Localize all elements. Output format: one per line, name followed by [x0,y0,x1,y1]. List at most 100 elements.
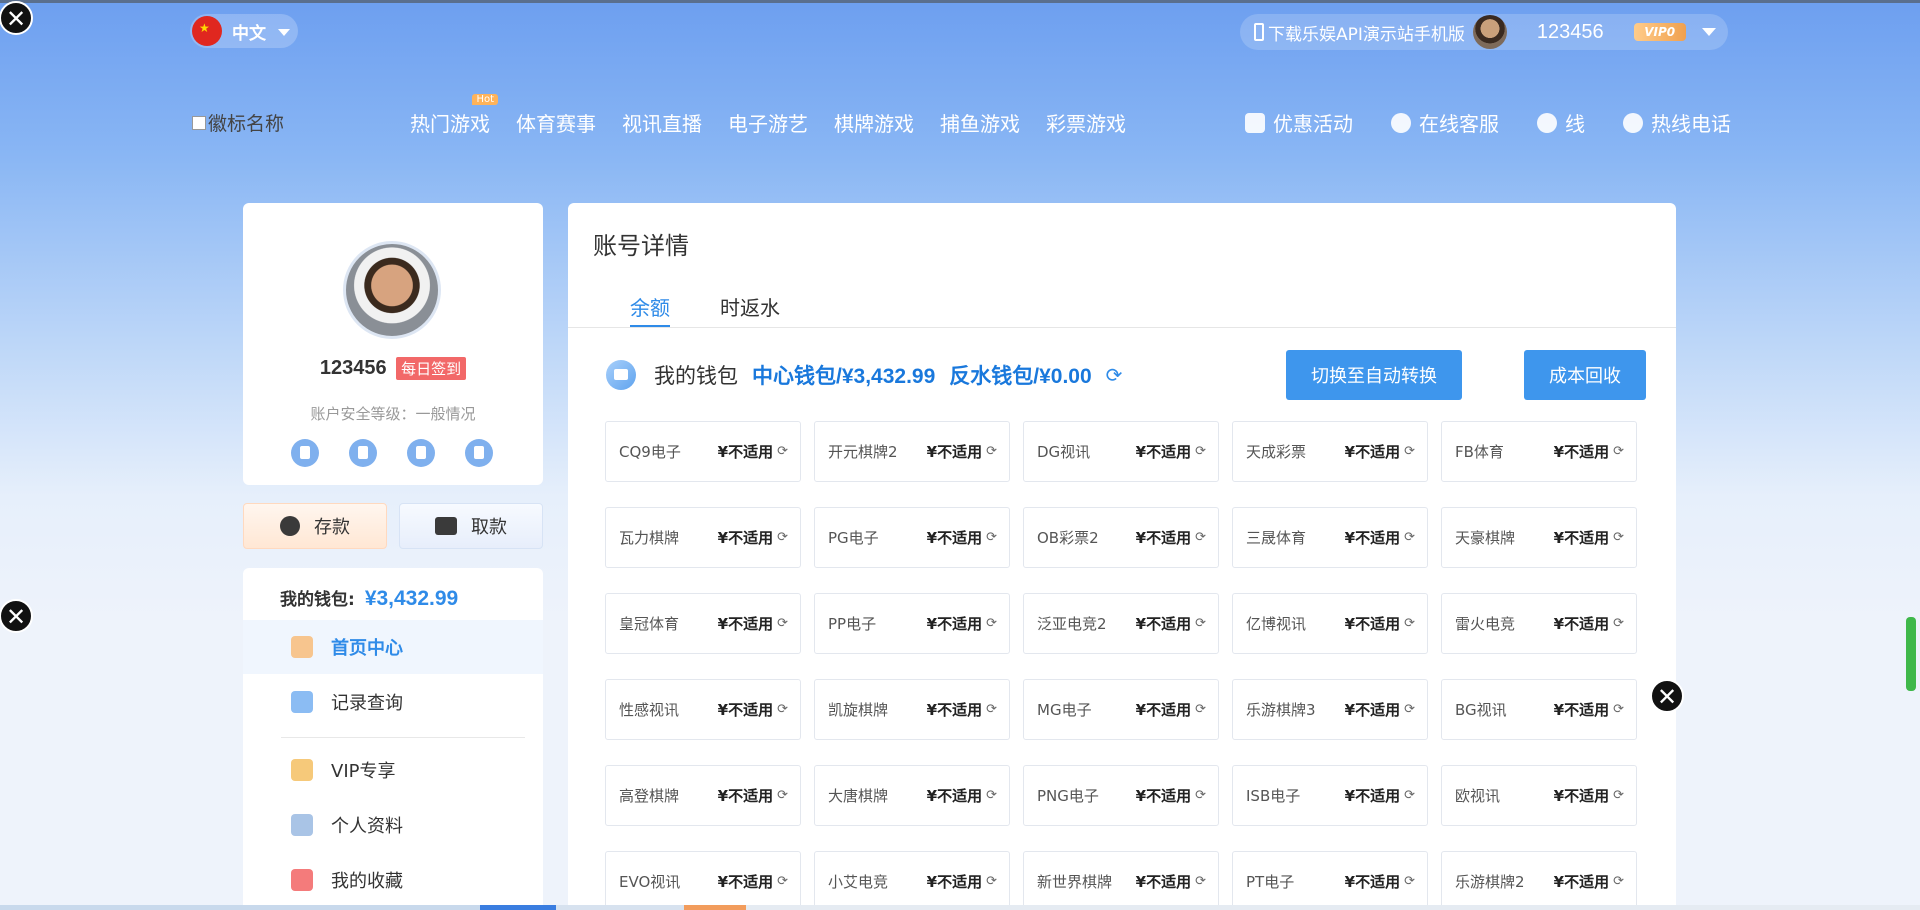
refresh-icon[interactable]: ⟳ [1613,702,1624,717]
language-selector[interactable]: 中文 [190,14,298,48]
chevron-down-icon [278,29,290,36]
nav-hot-games[interactable]: 热门游戏 Hot [410,94,498,137]
refresh-icon[interactable]: ⟳ [1613,444,1624,459]
game-balance: ¥不适用 [926,615,983,633]
avatar[interactable] [1472,15,1507,49]
user-verify-icon[interactable] [349,439,377,467]
tab-balance[interactable]: 余额 [630,292,670,321]
auto-transfer-button[interactable]: 切换至自动转换 [1286,350,1462,400]
nav-hotline[interactable]: 热线电话 [1623,108,1731,137]
sidebar-item-records[interactable]: 记录查询 [243,675,543,729]
bottom-strip [0,905,1920,910]
refresh-icon[interactable]: ⟳ [1404,444,1415,459]
mobile-icon [1254,23,1264,41]
game-name: 性感视讯 [619,701,680,719]
refresh-icon[interactable]: ⟳ [1195,530,1206,545]
site-logo[interactable]: 徽标名称 [192,109,284,136]
email-verify-icon[interactable] [407,439,435,467]
recover-funds-button[interactable]: 成本回收 [1524,350,1646,400]
game-balance: ¥不适用 [1344,787,1401,805]
deposit-button[interactable]: 存款 [243,503,387,549]
main-nav: 热门游戏 Hot 体育赛事 视讯直播 电子游艺 棋牌游戏 捕鱼游戏 彩票游戏 [410,94,1126,137]
refresh-icon[interactable]: ⟳ [1613,788,1624,803]
game-name: CQ9电子 [619,443,681,461]
close-icon[interactable]: ✕ [0,1,33,35]
nav-card-games[interactable]: 棋牌游戏 [834,108,914,137]
user-menu[interactable]: 下载乐娱API演示站手机版 123456 VIP0 [1240,14,1728,50]
nav-lottery[interactable]: 彩票游戏 [1046,108,1126,137]
refresh-icon[interactable]: ⟳ [986,874,997,889]
refresh-icon[interactable]: ⟳ [986,530,997,545]
nav-fishing[interactable]: 捕鱼游戏 [940,108,1020,137]
game-wallet-cell: 瓦力棋牌 ¥不适用 ⟳ [605,507,801,568]
nav-slots[interactable]: 电子游艺 [728,108,808,137]
game-balance: ¥不适用 [1135,615,1192,633]
tab-rebate[interactable]: 时返水 [720,292,780,321]
refresh-icon[interactable]: ⟳ [986,788,997,803]
refresh-icon[interactable]: ⟳ [1404,702,1415,717]
game-wallet-cell: 乐游棋牌2 ¥不适用 ⟳ [1441,851,1637,910]
close-icon[interactable]: ✕ [0,599,33,633]
download-app-link[interactable]: 下载乐娱API演示站手机版 [1268,20,1465,45]
game-balance: ¥不适用 [926,787,983,805]
refresh-icon[interactable]: ⟳ [777,702,788,717]
sidebar-item-label: 个人资料 [331,816,403,837]
sidebar-item-vip[interactable]: VIP专享 [243,743,543,797]
refresh-icon[interactable]: ⟳ [1106,363,1123,387]
refresh-icon[interactable]: ⟳ [986,702,997,717]
nav-live-video[interactable]: 视讯直播 [622,108,702,137]
refresh-icon[interactable]: ⟳ [1195,874,1206,889]
refresh-icon[interactable]: ⟳ [1404,874,1415,889]
bank-card-icon[interactable] [465,439,493,467]
nav-line[interactable]: 线 [1537,108,1585,137]
refresh-icon[interactable]: ⟳ [1404,530,1415,545]
game-wallet-cell: OB彩票2 ¥不适用 ⟳ [1023,507,1219,568]
refresh-icon[interactable]: ⟳ [1613,874,1624,889]
nav-customer-service[interactable]: 在线客服 [1391,108,1499,137]
game-balance: ¥不适用 [1135,873,1192,891]
chevron-down-icon[interactable] [1701,28,1716,36]
avatar[interactable] [343,241,441,339]
refresh-icon[interactable]: ⟳ [1404,788,1415,803]
sidebar-item-profile[interactable]: 个人资料 [243,798,543,852]
game-name: 乐游棋牌3 [1246,701,1316,719]
sidebar-item-favorites[interactable]: 我的收藏 [243,853,543,907]
phone-verify-icon[interactable] [291,439,319,467]
refresh-icon[interactable]: ⟳ [1613,616,1624,631]
close-icon[interactable]: ✕ [1650,679,1684,713]
game-wallet-cell: 天成彩票 ¥不适用 ⟳ [1232,421,1428,482]
daily-sign-in-button[interactable]: 每日签到 [396,357,467,380]
sidebar-item-home[interactable]: 首页中心 [243,620,543,674]
profile-card: 123456 每日签到 账户安全等级：一般情况 [243,203,543,485]
refresh-icon[interactable]: ⟳ [777,874,788,889]
refresh-icon[interactable]: ⟳ [777,530,788,545]
rebate-wallet-value: 反水钱包/¥0.00 [949,365,1092,388]
nav-promotions[interactable]: 优惠活动 [1245,108,1353,137]
nav-sports[interactable]: 体育赛事 [516,108,596,137]
withdraw-button[interactable]: 取款 [399,503,543,549]
refresh-icon[interactable]: ⟳ [986,616,997,631]
refresh-icon[interactable]: ⟳ [777,616,788,631]
game-wallet-cell: CQ9电子 ¥不适用 ⟳ [605,421,801,482]
refresh-icon[interactable]: ⟳ [777,444,788,459]
profile-username-row: 123456 每日签到 [243,357,543,380]
game-name: FB体育 [1455,443,1504,461]
refresh-icon[interactable]: ⟳ [777,788,788,803]
refresh-icon[interactable]: ⟳ [1195,702,1206,717]
refresh-icon[interactable]: ⟳ [1613,530,1624,545]
game-name: MG电子 [1037,701,1092,719]
vip-badge: VIP0 [1633,23,1686,41]
game-name: 高登棋牌 [619,787,680,805]
game-name: EVO视讯 [619,873,681,891]
refresh-icon[interactable]: ⟳ [986,444,997,459]
refresh-icon[interactable]: ⟳ [1195,788,1206,803]
broken-image-icon [192,115,206,130]
scrollbar[interactable] [1906,617,1916,691]
refresh-icon[interactable]: ⟳ [1195,616,1206,631]
game-name: 大唐棋牌 [828,787,889,805]
refresh-icon[interactable]: ⟳ [1195,444,1206,459]
refresh-icon[interactable]: ⟳ [1404,616,1415,631]
game-name: 凯旋棋牌 [828,701,889,719]
coin-icon [280,516,300,536]
game-wallet-cell: PT电子 ¥不适用 ⟳ [1232,851,1428,910]
